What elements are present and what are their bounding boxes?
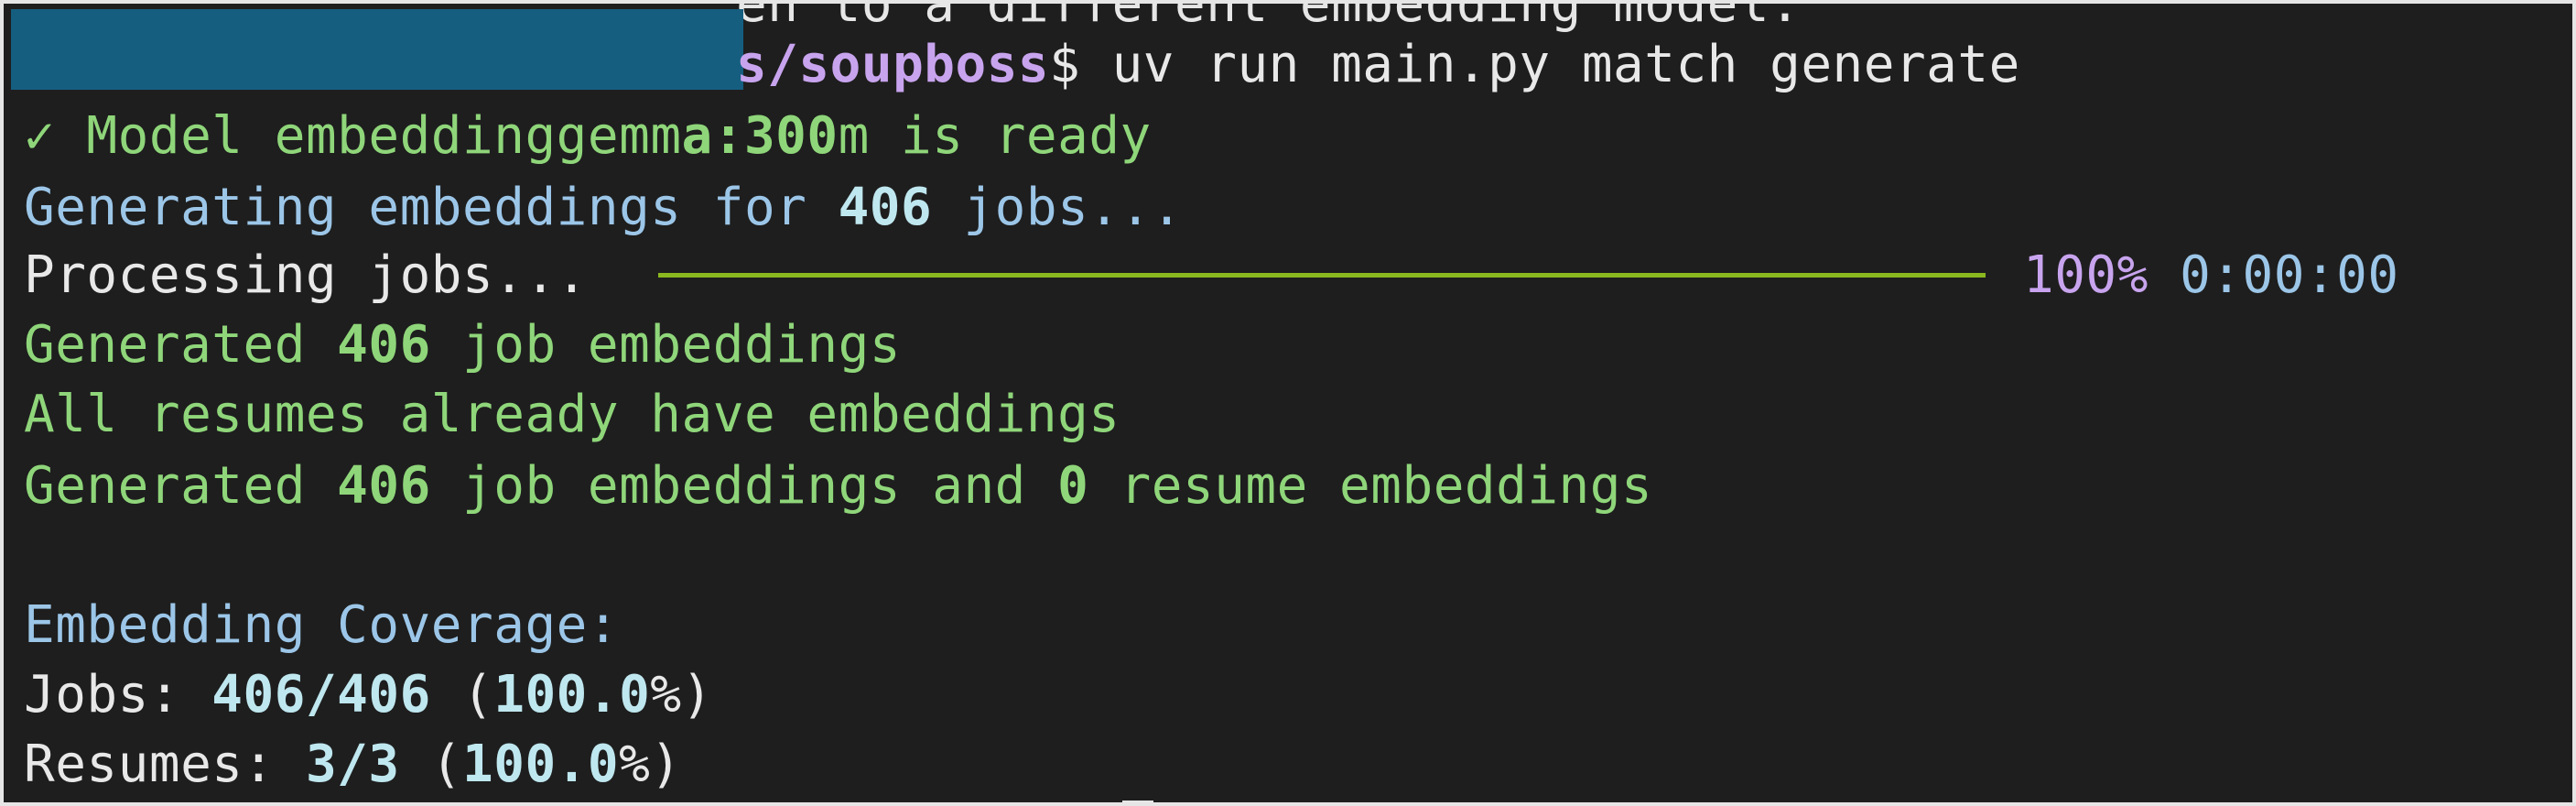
coverage-heading: Embedding Coverage: bbox=[24, 595, 620, 655]
model-ready-line: ✓ Model embeddinggemma:300m is ready bbox=[24, 101, 1152, 172]
model-word: Model bbox=[55, 106, 275, 166]
progress-readout: 100% 0:00:00 bbox=[2023, 240, 2399, 311]
summary-mid: job embeddings and bbox=[430, 456, 1058, 516]
summary-resumes-count: 0 bbox=[1057, 456, 1089, 516]
model-name-part-c: m bbox=[838, 106, 870, 166]
terminal-window[interactable]: en to a different embedding model. s/sou… bbox=[0, 0, 2576, 806]
resumes-status-line: All resumes already have embeddings bbox=[24, 385, 1120, 444]
prompt-line: s/soupboss$ uv run main.py match generat… bbox=[736, 29, 2020, 101]
resumes-paren-open: ( bbox=[399, 735, 463, 794]
resumes-paren-close: %) bbox=[619, 735, 682, 794]
generated-suffix: job embeddings bbox=[430, 315, 902, 375]
progress-percent: 100% bbox=[2023, 245, 2148, 305]
resumes-percent: 100.0 bbox=[462, 735, 620, 794]
prompt-path: s/soupboss bbox=[736, 35, 1050, 94]
jobs-paren-close: %) bbox=[650, 665, 713, 724]
generated-line: Generated 406 job embeddings bbox=[24, 310, 901, 381]
jobs-percent: 100.0 bbox=[493, 665, 651, 724]
generating-count: 406 bbox=[838, 178, 933, 237]
processing-label: Processing jobs... bbox=[24, 245, 620, 305]
terminal-cursor bbox=[1122, 801, 1153, 802]
generated-count: 406 bbox=[337, 315, 431, 375]
summary-jobs-count: 406 bbox=[337, 456, 431, 516]
summary-line: Generated 406 job embeddings and 0 resum… bbox=[24, 451, 1652, 522]
summary-suffix: resume embeddings bbox=[1088, 456, 1653, 516]
redacted-prompt-block bbox=[11, 9, 743, 90]
jobs-value: 406/406 bbox=[211, 665, 431, 724]
generated-prefix: Generated bbox=[24, 315, 338, 375]
generating-suffix: jobs... bbox=[932, 178, 1183, 237]
resumes-value: 3/3 bbox=[305, 735, 400, 794]
command-text: uv run main.py match generate bbox=[1080, 35, 2020, 94]
progress-bar bbox=[658, 273, 1986, 278]
model-name-part-b: a:300 bbox=[681, 106, 839, 166]
summary-prefix: Generated bbox=[24, 456, 338, 516]
progress-bar-fill bbox=[658, 273, 1986, 278]
model-status: is ready bbox=[869, 106, 1152, 166]
check-icon: ✓ bbox=[24, 106, 56, 166]
generating-prefix: Generating embeddings for bbox=[24, 178, 839, 237]
resumes-coverage-line: Resumes: 3/3 (100.0%) bbox=[24, 729, 682, 801]
resumes-label: Resumes: bbox=[24, 735, 306, 794]
jobs-label: Jobs: bbox=[24, 665, 212, 724]
model-name-part-a: embeddinggemm bbox=[274, 106, 682, 166]
prompt-symbol: $ bbox=[1049, 35, 1081, 94]
generating-line: Generating embeddings for 406 jobs... bbox=[24, 172, 1183, 244]
jobs-coverage-line: Jobs: 406/406 (100.0%) bbox=[24, 659, 713, 731]
jobs-paren-open: ( bbox=[430, 665, 494, 724]
elapsed-time: 0:00:00 bbox=[2180, 245, 2399, 305]
